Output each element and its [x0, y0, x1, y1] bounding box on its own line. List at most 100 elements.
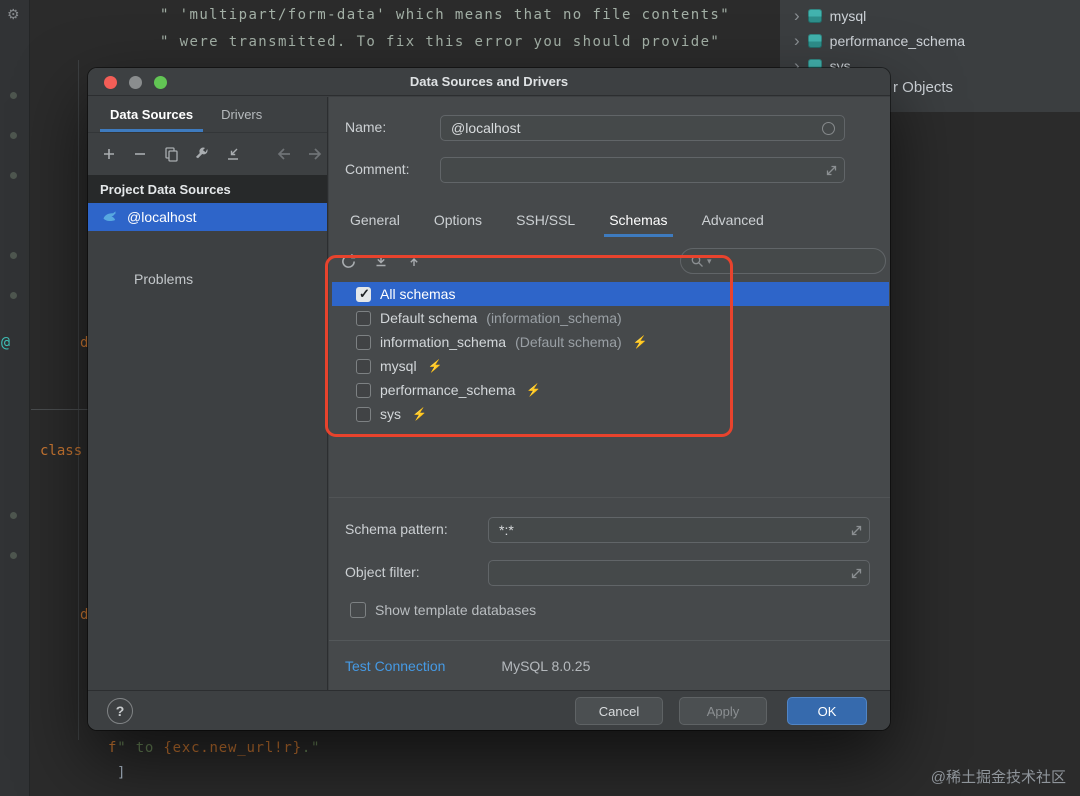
comment-input[interactable]	[441, 158, 844, 182]
duplicate-icon[interactable]	[162, 145, 180, 163]
schema-row-information-schema[interactable]: information_schema (Default schema) ⚡	[332, 330, 889, 354]
tree-item-label: mysql	[830, 8, 867, 24]
project-data-sources-header: Project Data Sources	[88, 175, 327, 203]
tab-drivers[interactable]: Drivers	[207, 97, 276, 132]
ide-left-stripe: ⚙	[0, 0, 30, 796]
forward-arrow-icon[interactable]	[306, 145, 324, 163]
schema-row-label: Default schema	[380, 310, 477, 326]
schema-list: All schemas Default schema (information_…	[332, 282, 889, 426]
object-filter-field-wrap	[488, 560, 870, 586]
expand-field-icon[interactable]	[825, 164, 838, 177]
search-options-caret[interactable]: ▾	[707, 256, 712, 267]
sidebar-tabs: Data Sources Drivers	[88, 97, 327, 133]
comment-label: Comment:	[345, 161, 410, 177]
name-input[interactable]	[441, 116, 844, 140]
tab-options[interactable]: Options	[423, 203, 493, 237]
editor-divider	[31, 409, 88, 410]
expand-field-icon[interactable]	[850, 567, 863, 580]
schemas-toolbar	[339, 248, 423, 274]
gutter-dot	[10, 292, 17, 299]
tree-item-label: performance_schema	[830, 33, 965, 49]
checkbox-show-template[interactable]	[350, 602, 366, 618]
datasource-label: @localhost	[127, 209, 196, 225]
add-icon[interactable]	[100, 145, 118, 163]
checkbox-sys[interactable]	[356, 407, 371, 422]
schema-row-performance-schema[interactable]: performance_schema ⚡	[332, 378, 889, 402]
editor-at-symbol: @	[1, 333, 10, 351]
tab-label: Drivers	[221, 107, 262, 122]
fstring-prefix: f	[108, 740, 117, 756]
checkbox-mysql[interactable]	[356, 359, 371, 374]
schema-row-label: information_schema	[380, 334, 506, 350]
section-divider	[329, 497, 890, 498]
object-filter-input[interactable]	[489, 561, 869, 585]
tab-label: Advanced	[702, 212, 764, 228]
datasource-item-localhost[interactable]: @localhost	[88, 203, 327, 231]
schema-pattern-input[interactable]	[489, 518, 869, 542]
datasource-sidebar: Data Sources Drivers	[88, 97, 328, 690]
gutter-dot	[10, 132, 17, 139]
show-template-databases-option[interactable]: Show template databases	[350, 602, 536, 618]
ok-button[interactable]: OK	[787, 697, 867, 725]
bolt-icon: ⚡	[526, 383, 541, 397]
import-icon[interactable]	[224, 145, 242, 163]
schema-search-field[interactable]: ▾	[680, 248, 886, 274]
apply-button[interactable]: Apply	[679, 697, 767, 725]
tree-item-performance-schema[interactable]: › performance_schema	[794, 30, 965, 52]
test-connection-link[interactable]: Test Connection	[345, 658, 445, 674]
chevron-right-icon[interactable]: ›	[794, 9, 800, 23]
gutter-dot	[10, 252, 17, 259]
settings-tabs: General Options SSH/SSL Schemas Advanced	[339, 203, 775, 237]
schema-row-suffix: (Default schema)	[515, 334, 622, 350]
expand-all-icon[interactable]	[372, 252, 390, 270]
tab-data-sources[interactable]: Data Sources	[96, 97, 207, 132]
tree-item-mysql[interactable]: › mysql	[794, 5, 866, 27]
data-sources-dialog: Data Sources and Drivers Data Sources Dr…	[88, 68, 890, 730]
schema-search-input[interactable]	[715, 254, 876, 269]
tab-label: General	[350, 212, 400, 228]
sidebar-item-problems[interactable]: Problems	[88, 271, 327, 287]
help-button[interactable]: ?	[107, 698, 133, 724]
schema-row-default-schema[interactable]: Default schema (information_schema)	[332, 306, 889, 330]
tab-ssh-ssl[interactable]: SSH/SSL	[505, 203, 586, 237]
connection-status-row: Test Connection MySQL 8.0.25	[329, 640, 890, 690]
dialog-footer: ? Cancel Apply OK	[88, 690, 890, 730]
schema-row-sys[interactable]: sys ⚡	[332, 402, 889, 426]
schema-pattern-label: Schema pattern:	[345, 521, 448, 537]
schema-row-suffix: (information_schema)	[486, 310, 621, 326]
gear-icon[interactable]: ⚙	[7, 6, 20, 23]
driver-settings-icon[interactable]	[193, 145, 211, 163]
object-filter-label: Object filter:	[345, 564, 420, 580]
minimize-button[interactable]	[129, 76, 142, 89]
mysql-dolphin-icon	[102, 209, 118, 225]
checkbox-information-schema[interactable]	[356, 335, 371, 350]
fstring-expr: {exc.new_url!r}	[163, 740, 301, 756]
collapse-all-icon[interactable]	[405, 252, 423, 270]
tab-label: SSH/SSL	[516, 212, 575, 228]
tab-advanced[interactable]: Advanced	[691, 203, 775, 237]
checkbox-default-schema[interactable]	[356, 311, 371, 326]
remove-icon[interactable]	[131, 145, 149, 163]
close-button[interactable]	[104, 76, 117, 89]
bolt-icon: ⚡	[412, 407, 427, 421]
server-objects-label: r Objects	[893, 79, 953, 96]
cancel-button[interactable]: Cancel	[575, 697, 663, 725]
schema-row-mysql[interactable]: mysql ⚡	[332, 354, 889, 378]
checkbox-all-schemas[interactable]	[356, 287, 371, 302]
name-label: Name:	[345, 119, 386, 135]
refresh-icon[interactable]	[339, 252, 357, 270]
dialog-titlebar[interactable]: Data Sources and Drivers	[88, 68, 890, 96]
chevron-right-icon[interactable]: ›	[794, 34, 800, 48]
show-template-label: Show template databases	[375, 602, 536, 618]
tab-general[interactable]: General	[339, 203, 411, 237]
tab-schemas[interactable]: Schemas	[598, 203, 678, 237]
expand-field-icon[interactable]	[850, 524, 863, 537]
bolt-icon: ⚡	[633, 335, 648, 349]
zoom-button[interactable]	[154, 76, 167, 89]
checkbox-performance-schema[interactable]	[356, 383, 371, 398]
database-version-label: MySQL 8.0.25	[501, 658, 590, 674]
back-arrow-icon[interactable]	[275, 145, 293, 163]
schema-row-all-schemas[interactable]: All schemas	[332, 282, 889, 306]
watermark: @稀土掘金技术社区	[931, 766, 1066, 787]
dialog-title: Data Sources and Drivers	[410, 74, 568, 89]
